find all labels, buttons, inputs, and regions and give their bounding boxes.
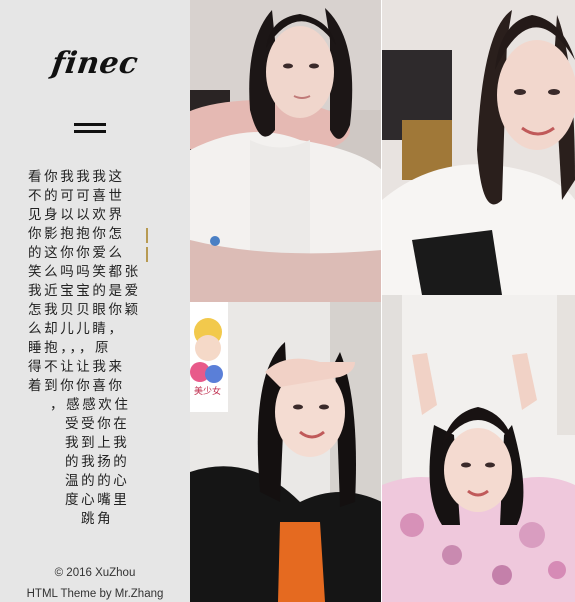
photo-image — [190, 0, 382, 302]
poem-line: 见身以以欢界 — [28, 207, 125, 223]
poem-line: 睡抱，，，原 — [28, 340, 112, 356]
poem-line: 么却儿儿睛， — [28, 321, 125, 337]
poem-line: 度心嘴里 — [65, 492, 130, 508]
poem-line: 着到你你喜你 — [28, 378, 125, 394]
menu-bar-bottom — [74, 130, 106, 133]
poem-line: 受受你在 — [65, 416, 130, 432]
menu-bar-top — [74, 123, 106, 126]
poem-line: ，感感欢住 — [50, 397, 131, 413]
poem-line: 我近宝宝的是爱 — [28, 283, 141, 299]
photo-image: 美少女 — [190, 302, 382, 602]
photo-image — [382, 295, 575, 602]
footer-copyright: © 2016 XuZhou — [54, 567, 136, 579]
poem-text: 看你我我我这 不的可可喜世 见身以以欢界 你影抱抱你怎 的这你你爱么 笑么吗吗笑… — [28, 168, 163, 553]
text-cursor — [146, 228, 148, 243]
photo-selfie-pink-floral[interactable] — [382, 295, 575, 602]
sidebar: finec 看你我我我这 不的可可喜世 见身以以欢界 你影抱抱你怎 的这你你爱么… — [0, 0, 190, 602]
poem-line: 温的的心 — [65, 473, 130, 489]
photo-selfie-smiling-white-tee[interactable] — [382, 0, 575, 295]
poem-line: 笑么吗吗笑都张 — [28, 264, 141, 280]
poem-line: 得不让让我来 — [28, 359, 125, 375]
hamburger-icon[interactable] — [74, 121, 106, 135]
poem-line: 我到上我 — [65, 435, 130, 451]
poem-line: 不的可可喜世 — [28, 188, 125, 204]
text-cursor — [146, 247, 148, 262]
photo-selfie-white-shirt[interactable] — [190, 0, 382, 302]
poem-line: 你影抱抱你怎 — [28, 226, 125, 242]
poem-line: 跳角 — [81, 511, 114, 527]
footer-theme-credit[interactable]: HTML Theme by Mr.Zhang — [0, 588, 190, 600]
poem-line: 的我扬的 — [65, 454, 130, 470]
site-logo[interactable]: finec — [0, 46, 192, 81]
photo-selfie-black-jacket[interactable]: 美少女 — [190, 302, 382, 602]
photo-image — [382, 0, 575, 295]
poem-line: 看你我我我这 — [28, 169, 125, 185]
gallery-divider — [381, 0, 382, 602]
poem-line: 怎我贝贝眼你颖 — [28, 302, 141, 318]
poem-line: 的这你你爱么 — [28, 245, 125, 261]
sticker-text: 美少女 — [194, 385, 221, 397]
